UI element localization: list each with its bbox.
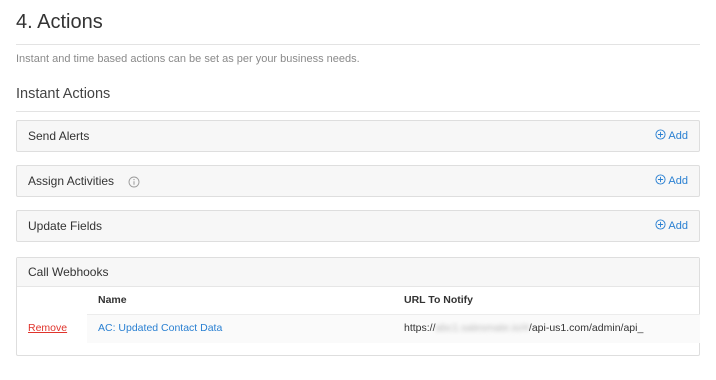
- section-description: Instant and time based actions can be se…: [16, 53, 360, 65]
- table-row: Remove AC: Updated Contact Data https://…: [17, 315, 700, 343]
- instant-actions-title: Instant Actions: [16, 86, 111, 102]
- webhook-name-link[interactable]: AC: Updated Contact Data: [98, 322, 222, 334]
- assign-activities-label: Assign Activities: [28, 174, 115, 188]
- send-alerts-add-label: Add: [668, 130, 688, 142]
- send-alerts-add-button[interactable]: Add: [655, 129, 688, 143]
- section-title: 4. Actions: [16, 11, 103, 33]
- info-circle-icon[interactable]: [124, 172, 143, 191]
- title-divider: [16, 44, 700, 45]
- webhook-url-redacted: abc1.salesmate.io/#: [435, 322, 529, 334]
- instant-actions-divider: [16, 111, 700, 112]
- plus-circle-icon: [655, 129, 666, 143]
- update-fields-label: Update Fields: [28, 219, 103, 233]
- call-webhooks-label: Call Webhooks: [28, 265, 109, 279]
- webhook-url: https://abc1.salesmate.io/#/api-us1.com/…: [404, 322, 643, 334]
- column-header-url: URL To Notify: [404, 294, 474, 306]
- update-fields-add-button[interactable]: Add: [655, 219, 688, 233]
- update-fields-add-label: Add: [668, 220, 688, 232]
- send-alerts-label: Send Alerts: [28, 129, 90, 143]
- send-alerts-panel: Send Alerts Add: [16, 120, 700, 152]
- plus-circle-icon: [655, 219, 666, 233]
- webhooks-table-header: Name URL To Notify: [87, 287, 700, 315]
- assign-activities-add-label: Add: [668, 175, 688, 187]
- assign-activities-panel: Assign Activities Add: [16, 165, 700, 197]
- webhook-url-suffix: /api-us1.com/admin/api_: [528, 322, 644, 334]
- webhook-url-prefix: https://: [404, 322, 436, 334]
- call-webhooks-panel: Call Webhooks Name URL To Notify Remove …: [16, 257, 700, 356]
- column-header-name: Name: [98, 294, 127, 306]
- plus-circle-icon: [655, 174, 666, 188]
- update-fields-panel: Update Fields Add: [16, 210, 700, 242]
- remove-link[interactable]: Remove: [28, 322, 67, 334]
- call-webhooks-header: Call Webhooks: [17, 258, 699, 287]
- assign-activities-add-button[interactable]: Add: [655, 174, 688, 188]
